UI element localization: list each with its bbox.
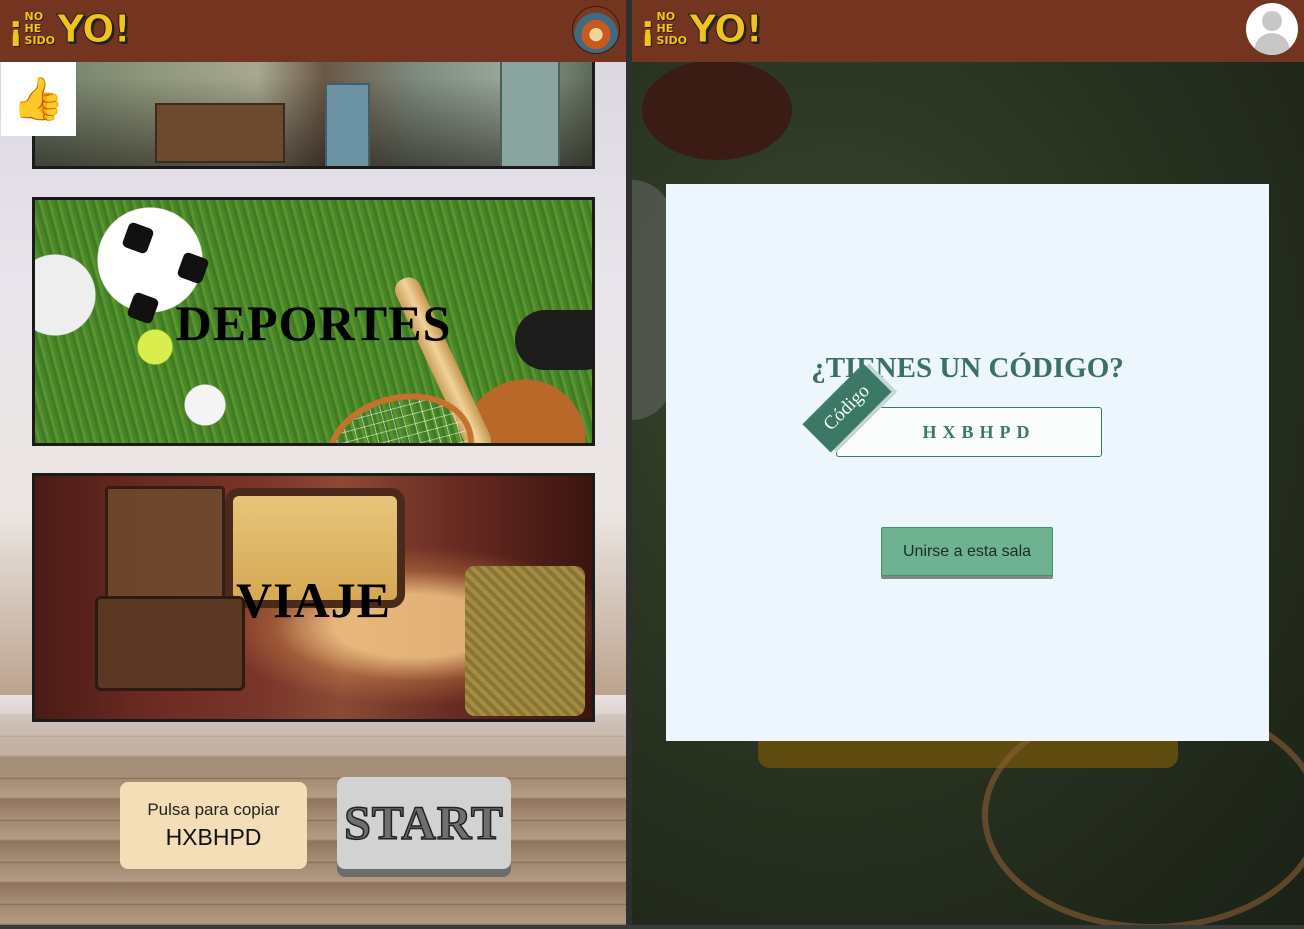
copy-hint: Pulsa para copiar — [147, 800, 280, 819]
room-code-input[interactable] — [836, 407, 1102, 457]
join-room-dialog: ¿TIENES UN CÓDIGO? Código Unirse a esta … — [666, 184, 1269, 741]
thumbs-up-icon[interactable]: 👍 — [1, 62, 76, 136]
dialog-title: ¿TIENES UN CÓDIGO? — [811, 352, 1124, 384]
join-room-pane: ¡ NO HE SIDO YO! ¿TIENES UN CÓDIGO? Códi… — [632, 0, 1304, 925]
window-bottom-edge — [0, 925, 1304, 929]
profile-avatar[interactable] — [572, 6, 620, 54]
category-label: VIAJE — [235, 572, 392, 628]
app-logo[interactable]: ¡ NO HE SIDO YO! — [640, 6, 763, 52]
start-button[interactable]: START — [337, 777, 511, 869]
category-card-deportes[interactable]: DEPORTES — [32, 197, 595, 446]
player-view-pane: DEPORTES VIAJE ¡ NO HE SIDO YO! 👍 Pulsa … — [0, 0, 628, 925]
category-label: DEPORTES — [175, 295, 452, 351]
room-code: HXBHPD — [165, 824, 262, 850]
top-bar: ¡ NO HE SIDO YO! — [632, 0, 1304, 62]
app-logo[interactable]: ¡ NO HE SIDO YO! — [8, 6, 131, 52]
cabinet-image — [325, 83, 370, 166]
desk-image — [155, 103, 285, 163]
user-avatar-icon[interactable] — [1246, 3, 1298, 55]
category-card-viaje[interactable]: VIAJE — [32, 473, 595, 722]
start-label: START — [343, 796, 504, 851]
join-room-button[interactable]: Unirse a esta sala — [881, 527, 1053, 576]
top-bar: ¡ NO HE SIDO YO! — [0, 0, 628, 62]
copy-code-button[interactable]: Pulsa para copiar HXBHPD — [120, 782, 307, 869]
